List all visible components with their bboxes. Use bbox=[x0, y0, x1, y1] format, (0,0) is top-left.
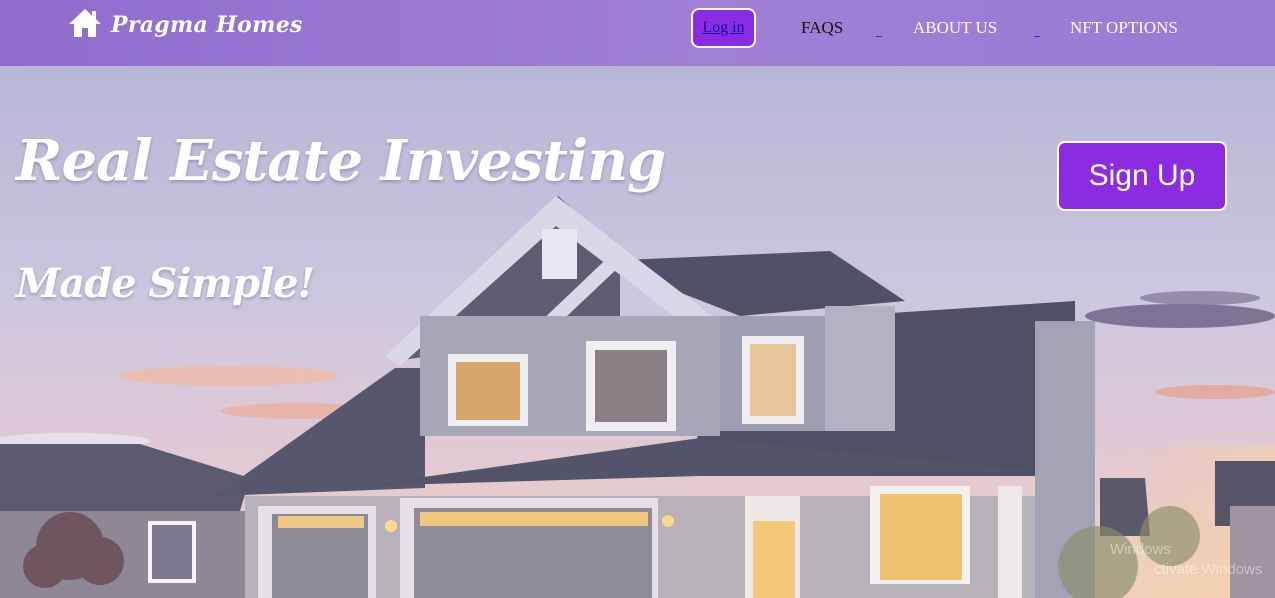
nav-link-underline bbox=[876, 22, 882, 37]
nav-link-underline bbox=[1034, 22, 1040, 37]
watermark-line-1: Windows bbox=[1110, 541, 1171, 558]
nav-link-about-us[interactable]: ABOUT US bbox=[913, 18, 997, 38]
watermark-line-2: ctivate Windows bbox=[1154, 561, 1263, 578]
brand-name: Pragma Homes bbox=[111, 12, 303, 38]
brand-logo[interactable]: Pragma Homes bbox=[67, 8, 303, 42]
nav-link-nft-options[interactable]: NFT OPTIONS bbox=[1070, 18, 1178, 38]
top-nav-bar: Pragma Homes Log in FAQS ABOUT US NFT OP… bbox=[0, 0, 1275, 66]
signup-button[interactable]: Sign Up bbox=[1057, 141, 1227, 211]
hero-headline: Real Estate Investing bbox=[16, 128, 666, 194]
activate-windows-watermark: Windows ctivate Windows bbox=[1070, 540, 1262, 580]
hero-section: Real Estate Investing Made Simple! Sign … bbox=[0, 66, 1275, 598]
house-icon bbox=[67, 7, 103, 43]
nav-link-faqs[interactable]: FAQS bbox=[801, 18, 843, 38]
login-button[interactable]: Log in bbox=[691, 8, 756, 48]
hero-subline: Made Simple! bbox=[16, 260, 315, 307]
